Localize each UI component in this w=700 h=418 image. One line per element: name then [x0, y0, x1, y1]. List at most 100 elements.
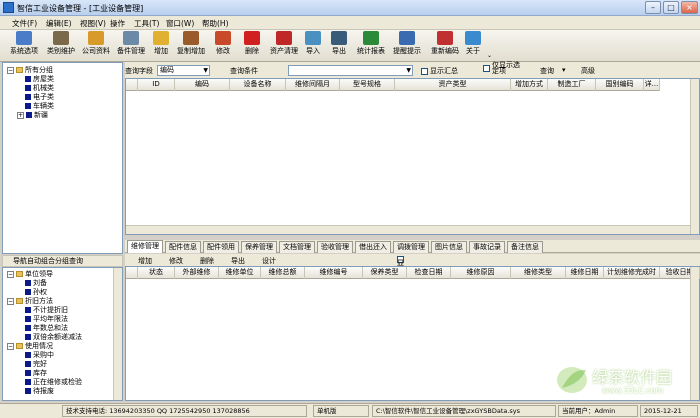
- tab-repair[interactable]: 维修管理: [127, 240, 163, 253]
- tab-transfer[interactable]: 调拨管理: [393, 241, 429, 253]
- detail-edit-button[interactable]: 修改: [169, 256, 183, 266]
- tree-vertical-scrollbar[interactable]: [113, 268, 122, 400]
- tree-node[interactable]: 双倍余额递减法: [25, 333, 82, 341]
- recode-button[interactable]: 重新编码: [428, 31, 462, 56]
- menu-file[interactable]: 文件(F): [12, 18, 37, 29]
- grid-col-header[interactable]: 维修类型: [511, 267, 566, 279]
- tree-node[interactable]: 电子类: [25, 93, 54, 101]
- tab-pictures[interactable]: 图片信息: [431, 241, 467, 253]
- delete-button[interactable]: 删除: [241, 31, 263, 56]
- tree-node[interactable]: 车辆类: [25, 102, 54, 110]
- category-maintain-button[interactable]: 类别维护: [44, 31, 78, 56]
- grid-col-header[interactable]: 维修编号: [305, 267, 363, 279]
- tab-maintenance[interactable]: 保养管理: [241, 241, 277, 253]
- tab-documents[interactable]: 文档管理: [279, 241, 315, 253]
- add-button[interactable]: 增加: [150, 31, 172, 56]
- import-button[interactable]: 导入: [302, 31, 324, 56]
- tree-node[interactable]: 年数总和法: [25, 324, 68, 332]
- menu-edit[interactable]: 编辑(E): [46, 18, 72, 29]
- tab-acceptance[interactable]: 验收管理: [317, 241, 353, 253]
- statistics-report-button[interactable]: 统计报表: [354, 31, 388, 56]
- query-button[interactable]: 查询: [540, 66, 554, 76]
- grid-col-header[interactable]: ID: [138, 79, 175, 91]
- grid-col-header[interactable]: 国别编码: [596, 79, 644, 91]
- tree-node[interactable]: 库存: [25, 369, 47, 377]
- grid-horizontal-scrollbar[interactable]: [126, 225, 690, 234]
- parts-manage-button[interactable]: 备件管理: [114, 31, 148, 56]
- minimize-button[interactable]: –: [645, 1, 661, 14]
- tree-node[interactable]: 待报废: [25, 387, 54, 395]
- detail-show-summary-checkbox[interactable]: 显示汇总: [397, 256, 406, 297]
- query-field-select[interactable]: 编码: [157, 65, 210, 76]
- grid-col-header[interactable]: 检查日期: [407, 267, 451, 279]
- query-condition-select[interactable]: [288, 65, 413, 76]
- tab-notes[interactable]: 备注信息: [507, 241, 543, 253]
- grid-col-header[interactable]: 计划维修完成时: [604, 267, 660, 279]
- equipment-grid[interactable]: ID 编码 设备名称 维修间隔月 型号规格 资产类型 增加方式 制造工厂 国别编…: [125, 78, 700, 235]
- tree-node[interactable]: 完好: [25, 360, 47, 368]
- tree-node[interactable]: 孙权: [25, 288, 47, 296]
- support-phone: 技术支持电话: 13694203350 QQ 1725542950 137028…: [62, 405, 307, 417]
- reminder-button[interactable]: 提醒提示: [390, 31, 424, 56]
- node-icon: [25, 94, 31, 100]
- grid-col-header[interactable]: 维修总额: [261, 267, 305, 279]
- grid-col-header[interactable]: 外部维修: [175, 267, 219, 279]
- tree-node[interactable]: 不计提折旧: [25, 306, 68, 314]
- query-arrow-icon[interactable]: ▾: [562, 66, 566, 74]
- menu-help[interactable]: 帮助(H): [202, 18, 229, 29]
- close-button[interactable]: ×: [681, 1, 698, 14]
- grid-col-header[interactable]: 维修间隔月: [286, 79, 340, 91]
- help-icon: [465, 31, 481, 45]
- maximize-button[interactable]: □: [663, 1, 679, 14]
- grid-col-header[interactable]: 保养类型: [363, 267, 407, 279]
- window-title: 智信工业设备管理 - [工业设备管理]: [17, 4, 144, 13]
- copy-add-button[interactable]: 复制增加: [174, 31, 208, 56]
- menu-tools[interactable]: 工具(T): [134, 18, 159, 29]
- show-summary-checkbox[interactable]: 显示汇总: [421, 66, 458, 76]
- detail-export-button[interactable]: 导出: [231, 256, 245, 266]
- grid-col-header[interactable]: 资产类型: [395, 79, 511, 91]
- grid-col-header[interactable]: 型号规格: [340, 79, 395, 91]
- grid-col-header[interactable]: 维修单位: [219, 267, 261, 279]
- system-options-button[interactable]: 系统选项: [6, 31, 42, 56]
- tree-group[interactable]: − 使用情况: [7, 342, 53, 350]
- auto-group-query-label[interactable]: 导航自动组合分组查询: [2, 255, 123, 267]
- grid-col-header[interactable]: 详...: [644, 79, 660, 91]
- tab-accidents[interactable]: 事故记录: [469, 241, 505, 253]
- export-button[interactable]: 导出: [328, 31, 350, 56]
- grid-col-header[interactable]: 设备名称: [230, 79, 286, 91]
- grid-col-header[interactable]: 维修日期: [566, 267, 604, 279]
- tree-node[interactable]: 采购中: [25, 351, 54, 359]
- detail-delete-button[interactable]: 删除: [200, 256, 214, 266]
- grid-col-header[interactable]: 编码: [175, 79, 230, 91]
- about-button[interactable]: 关于: [464, 31, 482, 56]
- show-selected-checkbox[interactable]: 仅显示选 定项: [483, 62, 520, 75]
- tab-parts-info[interactable]: 配件信息: [165, 241, 201, 253]
- tab-lend-return[interactable]: 借出还入: [355, 241, 391, 253]
- grid-col-header[interactable]: 制造工厂: [548, 79, 596, 91]
- tree-group[interactable]: − 单位领导: [7, 270, 53, 278]
- asset-clear-button[interactable]: 资产清理: [267, 31, 301, 56]
- tree-group[interactable]: − 折旧方法: [7, 297, 53, 305]
- menu-window[interactable]: 窗口(W): [166, 18, 194, 29]
- toolbar-overflow-icon[interactable]: ⌄: [487, 52, 492, 59]
- tree-node[interactable]: 正在维修或检验: [25, 378, 82, 386]
- menu-operate[interactable]: 操作: [110, 18, 125, 29]
- tree-node[interactable]: 平均年限法: [25, 315, 68, 323]
- edit-button[interactable]: 修改: [212, 31, 234, 56]
- grid-vertical-scrollbar[interactable]: [690, 79, 699, 234]
- tree-root[interactable]: − 所有分组: [7, 66, 53, 74]
- menu-view[interactable]: 视图(V): [80, 18, 106, 29]
- tree-node[interactable]: 房屋类: [25, 75, 54, 83]
- detail-add-button[interactable]: 增加: [138, 256, 152, 266]
- tree-node[interactable]: 刘备: [25, 279, 47, 287]
- tree-node[interactable]: + 新疆: [17, 111, 48, 119]
- tree-node[interactable]: 机械类: [25, 84, 54, 92]
- tab-parts-use[interactable]: 配件领用: [203, 241, 239, 253]
- grid-col-header[interactable]: 状态: [138, 267, 175, 279]
- advanced-button[interactable]: 高级: [581, 66, 595, 76]
- grid-col-header[interactable]: 维修原因: [451, 267, 511, 279]
- company-info-button[interactable]: 公司资料: [79, 31, 113, 56]
- grid-col-header[interactable]: 增加方式: [511, 79, 548, 91]
- detail-design-button[interactable]: 设计: [262, 256, 276, 266]
